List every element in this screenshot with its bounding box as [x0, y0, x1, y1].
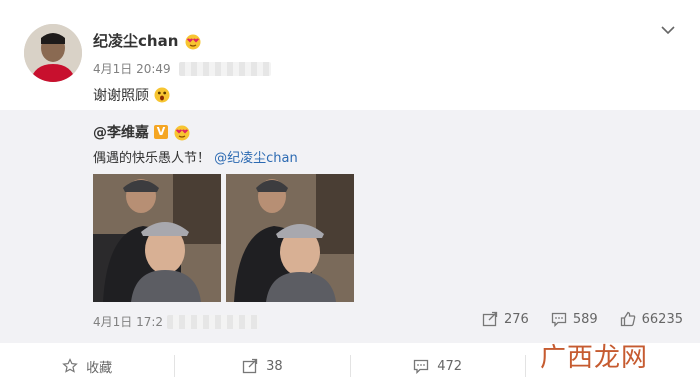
thumbs-up-icon: [620, 311, 635, 327]
like-count: 66235: [641, 311, 683, 327]
share-icon: [482, 311, 498, 327]
mention-link[interactable]: @纪凌尘chan: [214, 151, 298, 166]
post-content: 谢谢照顾: [93, 85, 171, 105]
author-name[interactable]: 纪凌尘chan: [93, 30, 178, 51]
comment-icon: [414, 359, 429, 374]
shocked-emoji-icon: [154, 87, 170, 103]
comment-button[interactable]: 472: [349, 355, 525, 377]
blurred-source: [167, 314, 260, 329]
favorite-label: 收藏: [86, 360, 113, 376]
blurred-source: [178, 61, 271, 76]
share-icon: [242, 358, 258, 374]
repost-author: @李维嘉 V: [93, 122, 191, 142]
chevron-down-icon[interactable]: [660, 22, 676, 38]
repost-author-name[interactable]: @李维嘉: [93, 122, 149, 142]
heart-eyes-emoji-icon: [174, 125, 190, 141]
repost-content: 偶遇的快乐愚人节！ @纪凌尘chan: [93, 147, 298, 166]
repost-button-count: 38: [266, 358, 283, 374]
verified-badge-icon: V: [154, 125, 168, 139]
comment-count: 589: [572, 311, 598, 327]
repost-comment-button[interactable]: 589: [551, 311, 598, 327]
post-timestamp[interactable]: 4月1日 20:49: [93, 60, 171, 77]
repost-button[interactable]: 38: [174, 355, 349, 377]
repost-photo-2[interactable]: [226, 174, 354, 302]
repost-like-button[interactable]: 66235: [620, 311, 683, 327]
repost-time: 4月1日 17:2: [93, 313, 260, 330]
post-meta: 4月1日 20:49: [93, 60, 271, 77]
repost-text: 偶遇的快乐愚人节！: [93, 151, 211, 166]
comment-icon: [551, 312, 566, 327]
repost-share-button[interactable]: 276: [482, 311, 529, 327]
post-author[interactable]: 纪凌尘chan: [93, 30, 202, 51]
star-icon: [62, 358, 78, 373]
repost-count: 276: [503, 311, 529, 327]
post-text: 谢谢照顾: [93, 88, 149, 104]
comment-button-count: 472: [437, 358, 463, 374]
repost-footer: 4月1日 17:2 276 589 66235: [93, 311, 683, 330]
repost-card: @李维嘉 V 偶遇的快乐愚人节！ @纪凌尘chan 4月1日 17:2 276 …: [0, 110, 700, 343]
repost-photo-1[interactable]: [93, 174, 221, 302]
avatar[interactable]: [24, 24, 82, 82]
weibo-post: 纪凌尘chan 4月1日 20:49 谢谢照顾 @李维嘉 V 偶遇的快乐愚人节！…: [0, 0, 700, 385]
repost-stats: 276 589 66235: [482, 311, 683, 327]
favorite-button[interactable]: 收藏: [0, 355, 174, 377]
heart-eyes-emoji-icon: [185, 34, 201, 49]
repost-timestamp[interactable]: 4月1日 17:2: [93, 313, 163, 330]
site-watermark: 广西龙网: [540, 343, 649, 373]
